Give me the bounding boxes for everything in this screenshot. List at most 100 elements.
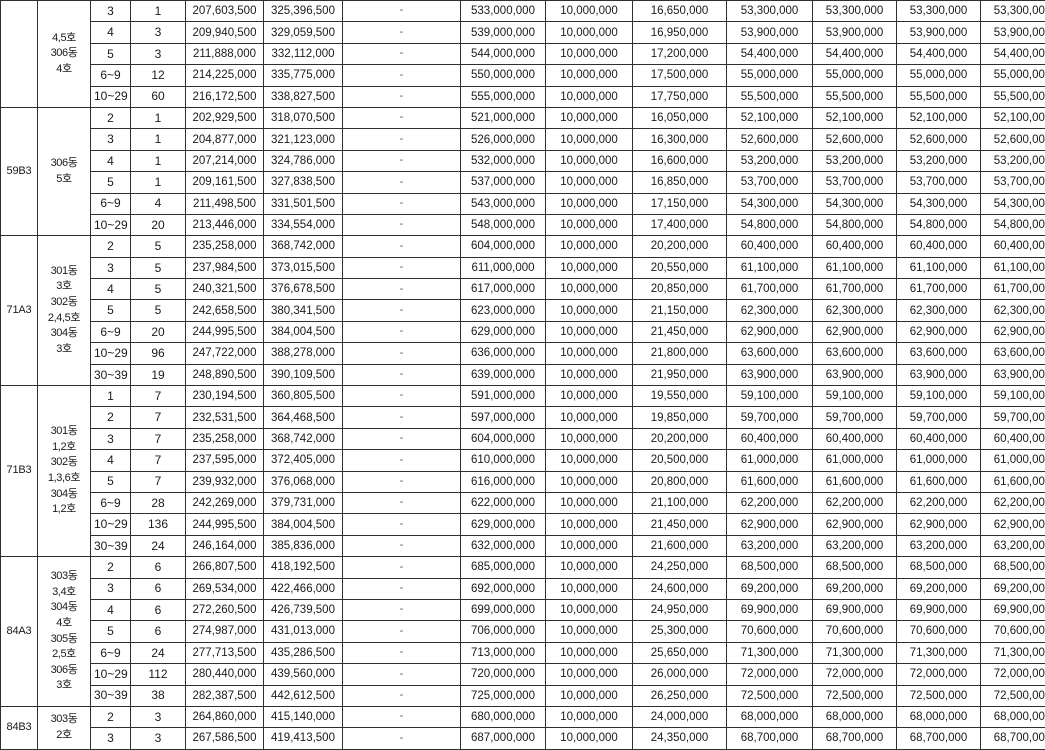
cell-amount-4[interactable]: 10,000,000 — [546, 65, 633, 86]
cell-unit-count[interactable]: 24 — [131, 535, 186, 556]
cell-amount-1[interactable]: 246,164,000 — [186, 535, 264, 556]
cell-amount-5[interactable]: 19,850,000 — [633, 407, 727, 428]
cell-unit-count[interactable]: 1 — [131, 129, 186, 150]
cell-amount-9[interactable]: 62,900,000 — [981, 321, 1045, 342]
cell-amount-2[interactable]: 376,068,000 — [264, 471, 343, 492]
cell-amount-9[interactable]: 55,000,000 — [981, 65, 1045, 86]
cell-amount-3[interactable]: 610,000,000 — [461, 450, 546, 471]
cell-dash[interactable]: - — [343, 43, 461, 64]
cell-amount-4[interactable]: 10,000,000 — [546, 300, 633, 321]
cell-amount-2[interactable]: 380,341,500 — [264, 300, 343, 321]
cell-amount-5[interactable]: 20,800,000 — [633, 471, 727, 492]
cell-amount-9[interactable]: 61,600,000 — [981, 471, 1045, 492]
cell-amount-5[interactable]: 24,950,000 — [633, 599, 727, 620]
cell-amount-3[interactable]: 706,000,000 — [461, 621, 546, 642]
cell-amount-8[interactable]: 63,900,000 — [897, 364, 981, 385]
cell-amount-5[interactable]: 16,650,000 — [633, 1, 727, 22]
cell-amount-6[interactable]: 62,900,000 — [727, 321, 813, 342]
cell-amount-1[interactable]: 244,995,500 — [186, 321, 264, 342]
cell-amount-4[interactable]: 10,000,000 — [546, 214, 633, 235]
cell-amount-9[interactable]: 59,100,000 — [981, 386, 1045, 407]
cell-amount-9[interactable]: 55,500,000 — [981, 86, 1045, 107]
cell-amount-6[interactable]: 61,000,000 — [727, 450, 813, 471]
cell-amount-4[interactable]: 10,000,000 — [546, 386, 633, 407]
cell-amount-1[interactable]: 248,890,500 — [186, 364, 264, 385]
cell-amount-6[interactable]: 55,500,000 — [727, 86, 813, 107]
cell-amount-8[interactable]: 53,700,000 — [897, 172, 981, 193]
cell-amount-2[interactable]: 379,731,000 — [264, 492, 343, 513]
cell-amount-2[interactable]: 415,140,000 — [264, 706, 343, 727]
cell-unit-count[interactable]: 20 — [131, 321, 186, 342]
cell-unit-count[interactable]: 1 — [131, 1, 186, 22]
cell-amount-4[interactable]: 10,000,000 — [546, 364, 633, 385]
cell-amount-6[interactable]: 53,200,000 — [727, 150, 813, 171]
cell-unit-count[interactable]: 6 — [131, 621, 186, 642]
cell-amount-4[interactable]: 10,000,000 — [546, 450, 633, 471]
cell-amount-2[interactable]: 368,742,000 — [264, 236, 343, 257]
cell-amount-9[interactable]: 72,000,000 — [981, 664, 1045, 685]
cell-amount-1[interactable]: 207,214,000 — [186, 150, 264, 171]
cell-amount-5[interactable]: 19,550,000 — [633, 386, 727, 407]
cell-dash[interactable]: - — [343, 728, 461, 749]
cell-dash[interactable]: - — [343, 706, 461, 727]
cell-amount-5[interactable]: 20,200,000 — [633, 428, 727, 449]
cell-unit-count[interactable]: 7 — [131, 428, 186, 449]
cell-amount-1[interactable]: 232,531,500 — [186, 407, 264, 428]
cell-amount-2[interactable]: 324,786,000 — [264, 150, 343, 171]
cell-amount-6[interactable]: 71,300,000 — [727, 642, 813, 663]
cell-amount-7[interactable]: 61,000,000 — [813, 450, 897, 471]
cell-amount-9[interactable]: 68,700,000 — [981, 728, 1045, 749]
cell-unit-count[interactable]: 112 — [131, 664, 186, 685]
cell-amount-6[interactable]: 63,900,000 — [727, 364, 813, 385]
cell-amount-5[interactable]: 24,250,000 — [633, 557, 727, 578]
cell-floor[interactable]: 4 — [91, 279, 131, 300]
cell-amount-7[interactable]: 53,300,000 — [813, 1, 897, 22]
cell-unit-count[interactable]: 60 — [131, 86, 186, 107]
cell-amount-2[interactable]: 318,070,500 — [264, 107, 343, 128]
cell-amount-6[interactable]: 60,400,000 — [727, 236, 813, 257]
cell-amount-8[interactable]: 63,200,000 — [897, 535, 981, 556]
cell-amount-4[interactable]: 10,000,000 — [546, 428, 633, 449]
cell-amount-2[interactable]: 372,405,000 — [264, 450, 343, 471]
cell-amount-3[interactable]: 611,000,000 — [461, 257, 546, 278]
cell-amount-9[interactable]: 63,600,000 — [981, 343, 1045, 364]
cell-amount-9[interactable]: 53,200,000 — [981, 150, 1045, 171]
cell-amount-3[interactable]: 617,000,000 — [461, 279, 546, 300]
cell-amount-1[interactable]: 242,269,000 — [186, 492, 264, 513]
cell-amount-8[interactable]: 68,500,000 — [897, 557, 981, 578]
cell-amount-9[interactable]: 61,000,000 — [981, 450, 1045, 471]
cell-amount-1[interactable]: 272,260,500 — [186, 599, 264, 620]
cell-amount-2[interactable]: 329,059,500 — [264, 22, 343, 43]
cell-amount-3[interactable]: 725,000,000 — [461, 685, 546, 706]
cell-amount-7[interactable]: 63,900,000 — [813, 364, 897, 385]
cell-amount-1[interactable]: 266,807,500 — [186, 557, 264, 578]
cell-amount-7[interactable]: 68,500,000 — [813, 557, 897, 578]
cell-amount-5[interactable]: 26,250,000 — [633, 685, 727, 706]
cell-amount-5[interactable]: 21,150,000 — [633, 300, 727, 321]
cell-amount-5[interactable]: 24,600,000 — [633, 578, 727, 599]
cell-amount-8[interactable]: 61,000,000 — [897, 450, 981, 471]
cell-amount-3[interactable]: 692,000,000 — [461, 578, 546, 599]
cell-type-code[interactable]: 71A3 — [1, 236, 38, 386]
cell-amount-9[interactable]: 68,500,000 — [981, 557, 1045, 578]
cell-floor[interactable]: 5 — [91, 471, 131, 492]
cell-amount-5[interactable]: 21,600,000 — [633, 535, 727, 556]
cell-amount-1[interactable]: 280,440,000 — [186, 664, 264, 685]
cell-amount-6[interactable]: 69,900,000 — [727, 599, 813, 620]
cell-unit-count[interactable]: 12 — [131, 65, 186, 86]
cell-amount-7[interactable]: 68,700,000 — [813, 728, 897, 749]
cell-amount-9[interactable]: 52,600,000 — [981, 129, 1045, 150]
cell-dash[interactable]: - — [343, 621, 461, 642]
cell-amount-6[interactable]: 70,600,000 — [727, 621, 813, 642]
cell-amount-8[interactable]: 62,900,000 — [897, 321, 981, 342]
cell-type-code[interactable] — [1, 1, 38, 108]
cell-unit-count[interactable]: 3 — [131, 706, 186, 727]
cell-floor[interactable]: 30~39 — [91, 535, 131, 556]
cell-amount-5[interactable]: 20,550,000 — [633, 257, 727, 278]
cell-amount-5[interactable]: 21,800,000 — [633, 343, 727, 364]
cell-unit-count[interactable]: 7 — [131, 386, 186, 407]
cell-amount-6[interactable]: 53,900,000 — [727, 22, 813, 43]
cell-amount-6[interactable]: 63,200,000 — [727, 535, 813, 556]
cell-unit-count[interactable]: 3 — [131, 43, 186, 64]
cell-floor[interactable]: 3 — [91, 129, 131, 150]
